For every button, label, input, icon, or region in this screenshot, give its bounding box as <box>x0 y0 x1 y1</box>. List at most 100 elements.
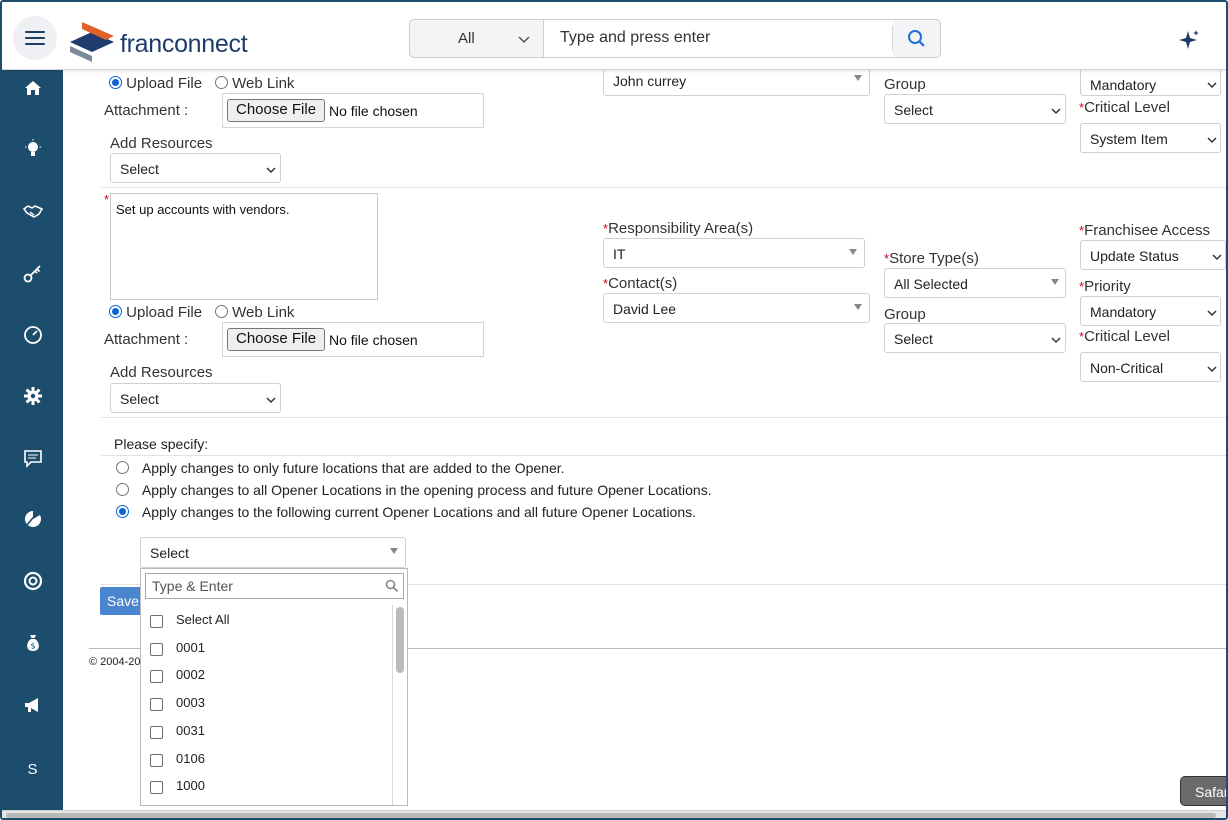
task1-group-value: Select <box>894 102 933 118</box>
task1-add-resources-value: Select <box>120 161 159 177</box>
location-option[interactable]: 0003 <box>141 692 391 716</box>
sidebar-item-home[interactable] <box>2 68 63 108</box>
task2-responsibility-value: IT <box>613 246 626 262</box>
franconnect-logo[interactable]: franconnect <box>68 20 258 64</box>
task1-attachment-field: Choose File No file chosen <box>222 93 484 128</box>
task1-web-link-radio[interactable] <box>215 76 228 89</box>
apply-option-all-opening[interactable]: Apply changes to all Opener Locations in… <box>116 482 712 498</box>
task1-web-link-option[interactable]: Web Link <box>215 75 294 92</box>
checkbox[interactable] <box>150 670 163 684</box>
chevron-down-icon <box>266 167 276 174</box>
location-option-label: 0003 <box>176 695 205 711</box>
checkbox[interactable] <box>150 642 163 656</box>
sidebar-item-marketing[interactable] <box>2 685 63 725</box>
opener-locations-value: Select <box>150 545 189 561</box>
checkbox[interactable] <box>150 615 163 628</box>
search-button[interactable] <box>898 26 934 52</box>
safari-tooltip: Safari <box>1180 776 1226 806</box>
task2-priority-select[interactable]: Mandatory <box>1080 296 1221 326</box>
task2-responsibility-select[interactable]: IT <box>603 238 865 268</box>
task2-store-type-select[interactable]: All Selected <box>884 268 1066 298</box>
task2-web-link-label: Web Link <box>232 304 295 321</box>
task2-critical-level-value: Non-Critical <box>1090 360 1164 376</box>
task2-upload-file-option[interactable]: Upload File <box>109 304 202 321</box>
task2-add-resources-value: Select <box>120 391 159 407</box>
task2-attachment-field: Choose File No file chosen <box>222 322 484 357</box>
task2-add-resources-select[interactable]: Select <box>110 383 281 413</box>
hamburger-icon <box>25 31 45 45</box>
locations-search-input[interactable]: Type & Enter <box>145 573 404 599</box>
chevron-down-icon <box>1207 82 1217 89</box>
apply-option-radio[interactable] <box>116 461 129 474</box>
apply-option-radio[interactable] <box>116 483 129 496</box>
chevron-down-icon <box>266 397 276 404</box>
select-all-option[interactable]: Select All <box>141 609 391 633</box>
task2-upload-file-label: Upload File <box>126 304 203 321</box>
search-input[interactable]: Type and press enter <box>543 20 893 57</box>
sidebar-item-messages[interactable] <box>2 438 63 478</box>
search-scope-select[interactable]: All <box>410 20 543 57</box>
task1-group-select[interactable]: Select <box>884 94 1066 124</box>
menu-button[interactable] <box>13 16 57 60</box>
list-scrollbar[interactable] <box>396 607 404 673</box>
task2-web-link-option[interactable]: Web Link <box>215 304 294 321</box>
lifebuoy-icon <box>23 571 42 591</box>
task1-choose-file-button[interactable]: Choose File <box>227 99 326 122</box>
sidebar-item-keys[interactable] <box>2 253 63 293</box>
task2-group-select[interactable]: Select <box>884 323 1066 353</box>
sidebar-item-dashboard[interactable] <box>2 315 63 355</box>
apply-option-selected-locations[interactable]: Apply changes to the following current O… <box>116 504 696 520</box>
list-scroll-track <box>392 605 393 805</box>
user-initial: S <box>27 760 38 778</box>
checkbox[interactable] <box>150 725 163 739</box>
task2-description-textarea[interactable]: Set up accounts with vendors. <box>110 193 378 300</box>
search-scope-value: All <box>458 30 475 47</box>
location-option[interactable]: 0002 <box>141 664 391 688</box>
sidebar-item-settings[interactable] <box>2 376 63 416</box>
location-option[interactable]: 0031 <box>141 720 391 744</box>
task2-critical-level-label: *Critical Level <box>1079 328 1170 345</box>
sidebar-item-deals[interactable] <box>2 191 63 231</box>
task2-web-link-radio[interactable] <box>215 305 228 318</box>
checkbox[interactable] <box>150 781 163 795</box>
sidebar-item-support[interactable] <box>2 561 63 601</box>
horizontal-scrollbar[interactable] <box>2 810 1226 818</box>
key-icon <box>23 265 41 283</box>
task2-no-file-text: No file chosen <box>329 332 418 348</box>
task1-critical-level-select[interactable]: System Item <box>1080 123 1221 153</box>
task2-contact-select[interactable]: David Lee <box>603 293 870 323</box>
handshake-icon <box>22 205 43 218</box>
sidebar-item-reports[interactable] <box>2 499 63 539</box>
apply-option-future-only[interactable]: Apply changes to only future locations t… <box>116 460 565 476</box>
task1-contact-select[interactable]: John currey <box>603 70 870 96</box>
task1-group-label: Group <box>884 76 926 93</box>
task2-critical-level-select[interactable]: Non-Critical <box>1080 352 1221 382</box>
sidebar-item-user[interactable]: S <box>2 749 63 789</box>
task2-upload-file-radio[interactable] <box>109 305 122 318</box>
money-bag-icon: $ <box>26 635 39 651</box>
location-option[interactable]: 0001 <box>141 637 391 661</box>
sidebar-item-ideas[interactable] <box>2 129 63 169</box>
checkbox[interactable] <box>150 698 163 712</box>
task2-contact-label: *Contact(s) <box>603 275 678 292</box>
sidebar-item-finance[interactable]: $ <box>2 623 63 663</box>
location-option[interactable]: 0106 <box>141 748 391 772</box>
task1-upload-file-option[interactable]: Upload File <box>109 75 202 92</box>
chevron-down-icon <box>1207 310 1217 317</box>
horizontal-scroll-thumb[interactable] <box>6 813 1216 818</box>
ai-sparkle-icon[interactable] <box>1177 29 1201 53</box>
task2-choose-file-button[interactable]: Choose File <box>227 328 326 351</box>
checkbox[interactable] <box>150 753 163 767</box>
opener-locations-select[interactable]: Select <box>140 537 406 568</box>
chevron-down-icon <box>1207 366 1217 373</box>
task2-franchisee-access-select[interactable]: Update Status <box>1080 240 1226 270</box>
task1-add-resources-select[interactable]: Select <box>110 153 281 183</box>
save-button[interactable]: Save <box>100 587 142 615</box>
brand-name: franconnect <box>120 30 248 58</box>
gear-icon <box>23 387 42 405</box>
location-option[interactable]: 1000 <box>141 775 391 799</box>
apply-option-radio[interactable] <box>116 505 129 518</box>
global-search: All Type and press enter <box>409 19 941 58</box>
task1-upload-file-radio[interactable] <box>109 76 122 89</box>
task1-priority-select[interactable]: Mandatory <box>1080 70 1221 96</box>
